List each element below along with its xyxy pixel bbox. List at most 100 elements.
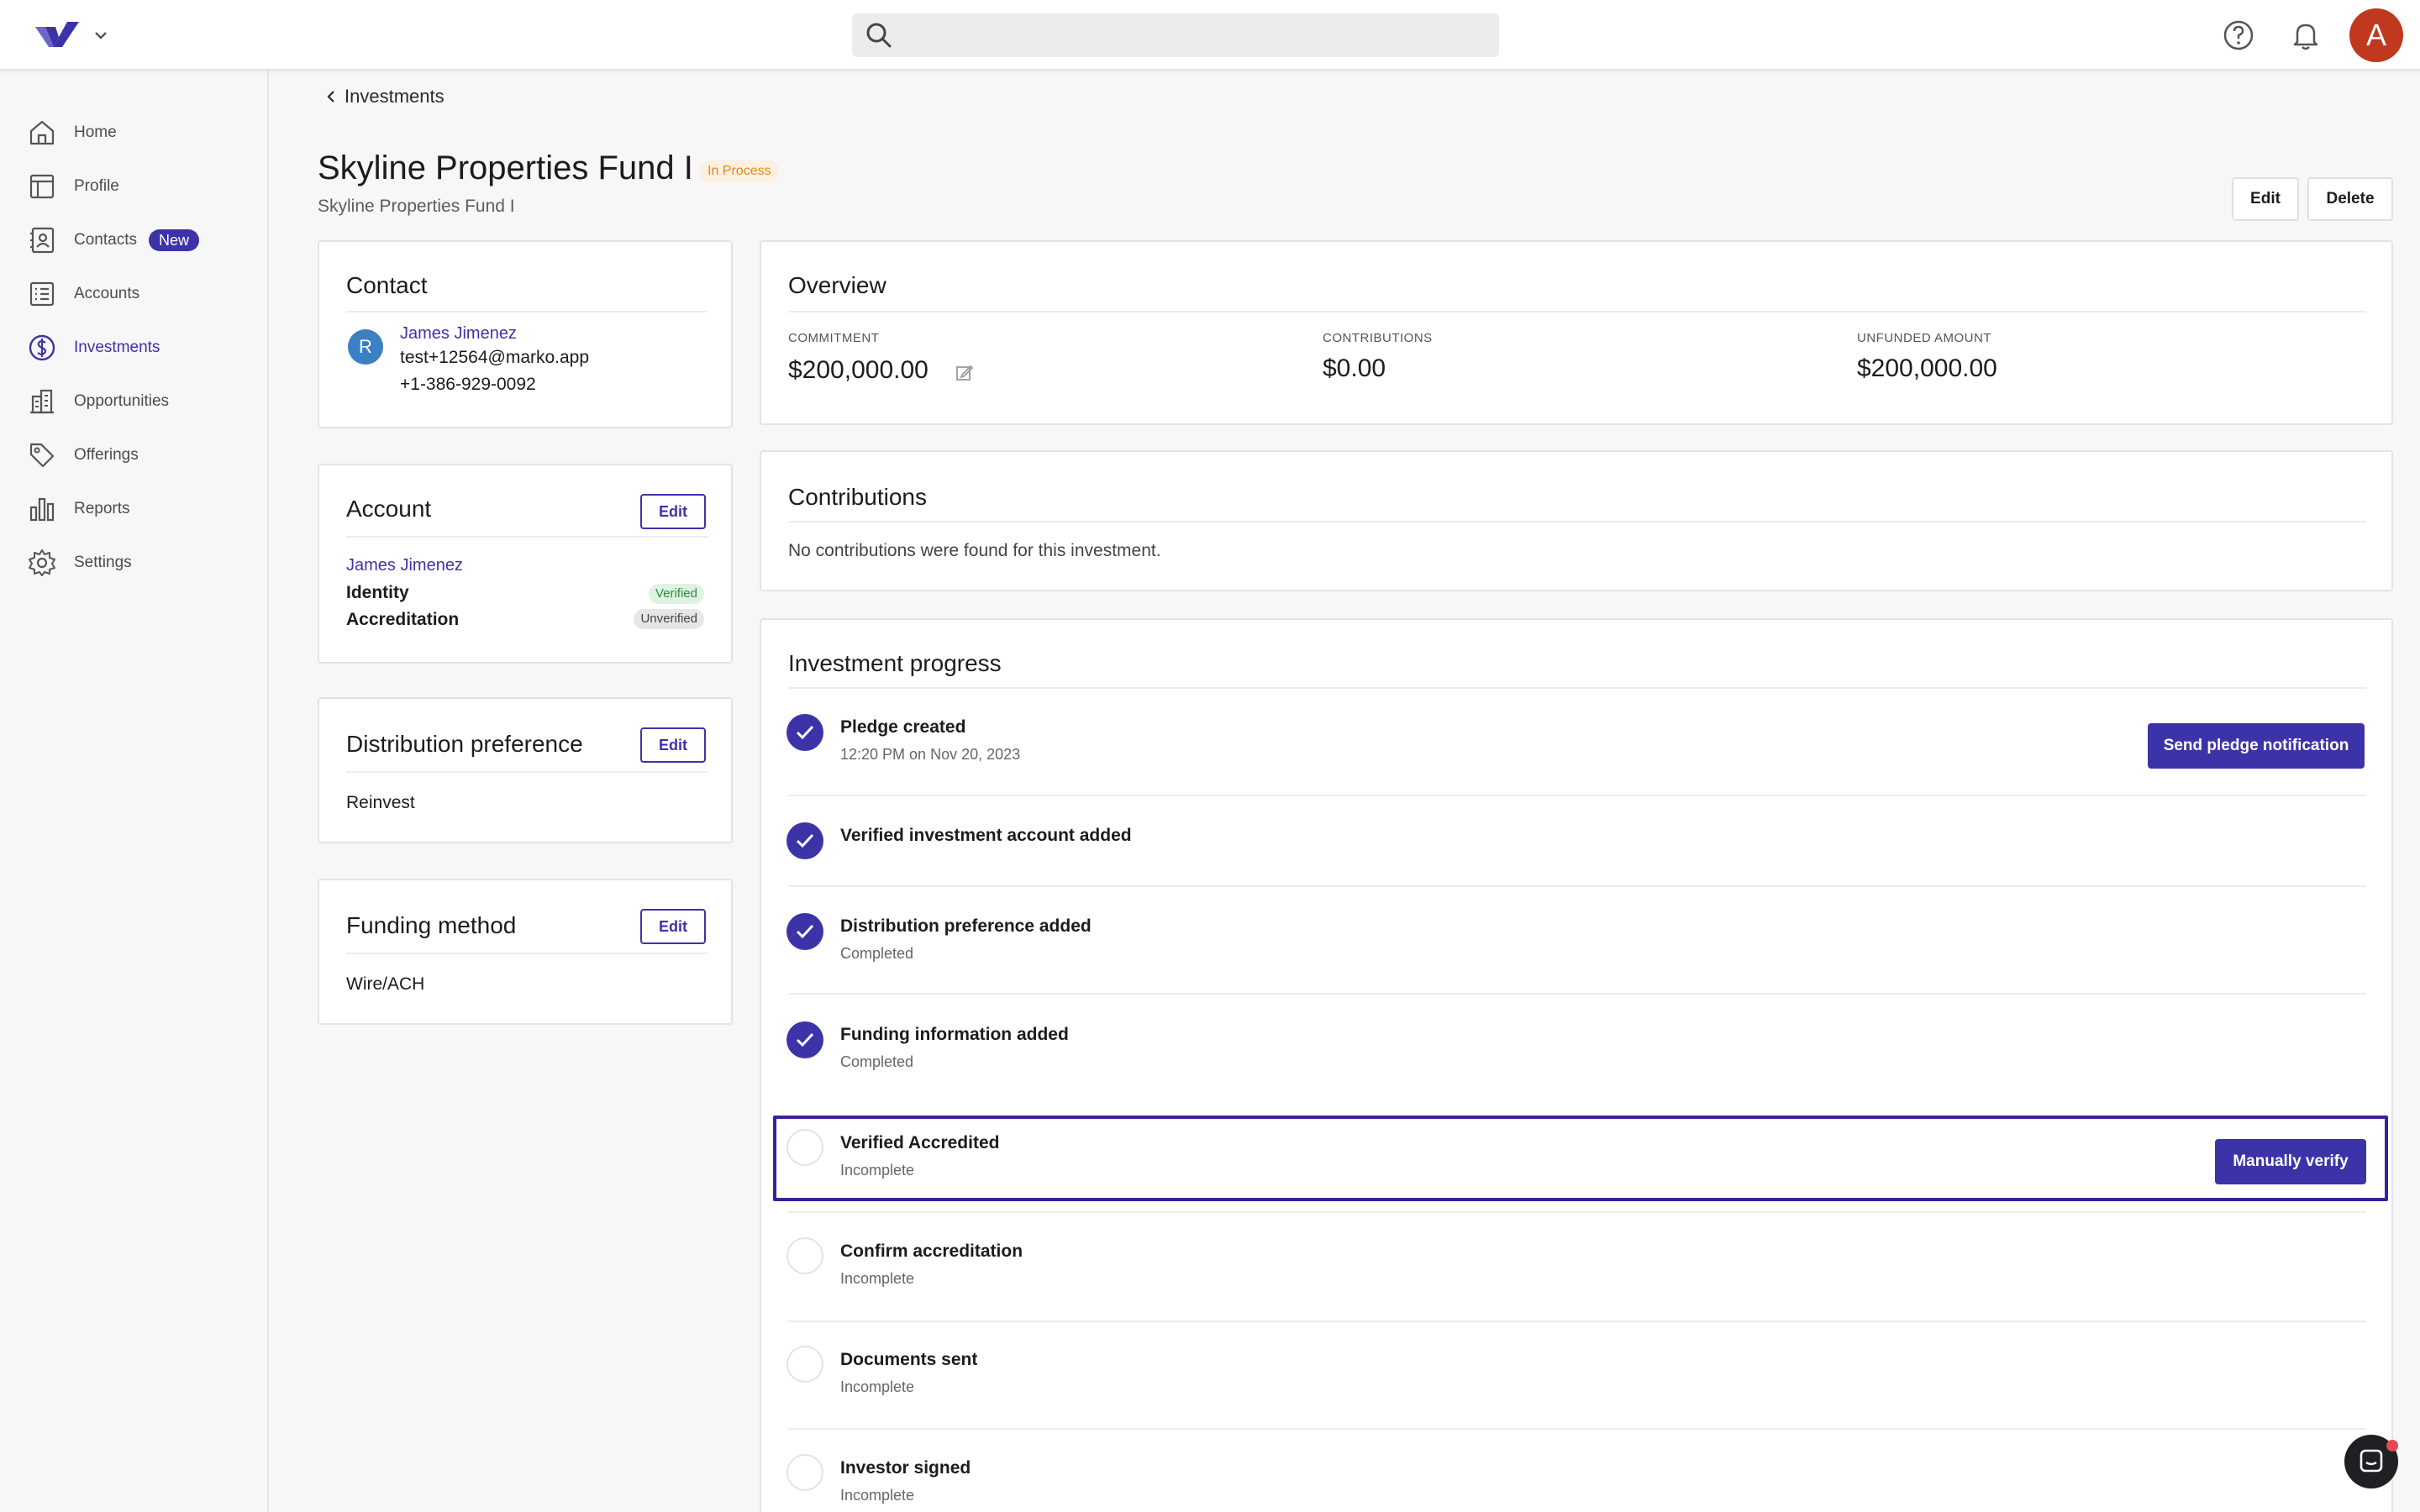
divider <box>788 311 2366 312</box>
funding-title: Funding method <box>346 912 517 938</box>
sidebar-item-offerings[interactable]: Offerings <box>27 437 262 474</box>
sidebar-item-profile[interactable]: Profile <box>27 168 262 205</box>
step-title: Investor signed <box>840 1458 971 1478</box>
logo-icon[interactable] <box>34 18 81 54</box>
check-icon <box>796 924 814 939</box>
distribution-edit-button[interactable]: Edit <box>640 727 706 763</box>
check-icon <box>796 1032 814 1047</box>
sidebar-item-home[interactable]: Home <box>27 114 262 151</box>
contact-title: Contact <box>346 272 428 298</box>
check-icon <box>796 833 814 848</box>
divider <box>788 993 2366 995</box>
unfunded-label: UNFUNDED AMOUNT <box>1857 331 1991 345</box>
commitment-value: $200,000.00 <box>788 356 929 384</box>
identity-status-badge: Verified <box>648 584 704 604</box>
bell-icon[interactable] <box>2289 18 2323 52</box>
step-title: Funding information added <box>840 1025 1069 1044</box>
step-incomplete-icon <box>786 1129 823 1166</box>
step-title: Distribution preference added <box>840 916 1092 936</box>
contact-name-link[interactable]: James Jimenez <box>400 324 517 344</box>
funding-card: Funding method Edit Wire/ACH <box>318 879 733 1025</box>
sidebar-item-investments[interactable]: Investments <box>27 329 262 366</box>
distribution-value: Reinvest <box>346 793 415 812</box>
tag-icon <box>29 443 55 468</box>
help-icon[interactable] <box>2222 18 2255 52</box>
divider <box>346 953 708 954</box>
contact-avatar: R <box>348 329 383 365</box>
account-edit-button[interactable]: Edit <box>640 494 706 529</box>
divider <box>346 536 708 538</box>
divider <box>788 521 2366 522</box>
building-icon <box>30 389 54 414</box>
sidebar-item-contacts[interactable]: Contacts New <box>27 222 262 259</box>
step-subtitle: Completed <box>840 1053 914 1070</box>
sidebar-item-label: Reports <box>74 500 130 517</box>
identity-label: Identity <box>346 583 409 602</box>
contacts-icon <box>30 227 55 254</box>
account-name-link[interactable]: James Jimenez <box>346 556 463 575</box>
sidebar-item-label: Profile <box>74 177 119 195</box>
overview-title: Overview <box>788 272 886 298</box>
notification-dot <box>2386 1440 2398 1452</box>
sidebar-item-label: Home <box>74 123 117 141</box>
new-badge: New <box>148 229 199 251</box>
step-title: Confirm accreditation <box>840 1242 1023 1261</box>
manually-verify-button[interactable]: Manually verify <box>2215 1139 2366 1184</box>
step-complete-icon <box>786 1021 823 1058</box>
sidebar-item-label: Contacts <box>74 231 137 249</box>
chevron-down-icon[interactable] <box>91 25 111 45</box>
distribution-title: Distribution preference <box>346 731 583 757</box>
sidebar-item-label: Accounts <box>74 285 140 302</box>
edit-button[interactable]: Edit <box>2232 177 2299 221</box>
step-title: Verified Accredited <box>840 1133 1000 1152</box>
search-icon <box>866 23 892 48</box>
divider <box>788 795 2366 796</box>
account-title: Account <box>346 496 432 522</box>
contact-phone: +1-386-929-0092 <box>400 375 536 394</box>
divider <box>788 1211 2366 1213</box>
chevron-left-icon <box>327 91 334 102</box>
contributions-value: $0.00 <box>1323 354 1386 382</box>
send-pledge-notification-button[interactable]: Send pledge notification <box>2148 723 2365 769</box>
progress-title: Investment progress <box>788 650 1002 676</box>
search-input[interactable] <box>902 18 1482 52</box>
delete-button[interactable]: Delete <box>2307 177 2393 221</box>
user-avatar[interactable]: A <box>2349 8 2403 62</box>
sidebar-item-label: Settings <box>74 554 132 571</box>
contributions-empty-message: No contributions were found for this inv… <box>788 541 1161 560</box>
gear-icon <box>29 549 55 576</box>
edit-icon[interactable] <box>955 363 975 383</box>
sidebar-item-accounts[interactable]: Accounts <box>27 276 262 312</box>
accreditation-label: Accreditation <box>346 610 460 629</box>
step-subtitle: Incomplete <box>840 1378 915 1395</box>
commitment-label: COMMITMENT <box>788 331 880 345</box>
sidebar-item-settings[interactable]: Settings <box>27 544 262 581</box>
contributions-card: Contributions No contributions were foun… <box>760 450 2393 591</box>
distribution-card: Distribution preference Edit Reinvest <box>318 697 733 843</box>
divider <box>788 687 2366 689</box>
step-title: Pledge created <box>840 717 966 737</box>
divider <box>346 311 708 312</box>
page-subtitle: Skyline Properties Fund I <box>318 197 515 216</box>
overview-card: Overview COMMITMENT $200,000.00 CONTRIBU… <box>760 240 2393 425</box>
step-incomplete-icon <box>786 1237 823 1274</box>
accounts-icon <box>29 281 55 307</box>
step-complete-icon <box>786 913 823 950</box>
step-incomplete-icon <box>786 1454 823 1491</box>
sidebar-item-reports[interactable]: Reports <box>27 491 262 528</box>
status-badge: In Process <box>699 160 780 182</box>
funding-edit-button[interactable]: Edit <box>640 909 706 944</box>
contact-card: Contact R James Jimenez test+12564@marko… <box>318 240 733 428</box>
accreditation-status-badge: Unverified <box>634 609 704 629</box>
sidebar-item-opportunities[interactable]: Opportunities <box>27 383 262 420</box>
back-link[interactable]: Investments <box>323 86 445 108</box>
profile-icon <box>29 174 55 199</box>
sidebar-item-label: Opportunities <box>74 392 170 410</box>
dollar-icon <box>29 334 55 361</box>
step-subtitle: Incomplete <box>840 1487 915 1504</box>
step-subtitle: Incomplete <box>840 1162 915 1179</box>
step-subtitle: 12:20 PM on Nov 20, 2023 <box>840 746 1021 763</box>
sidebar-item-label: Investments <box>74 339 160 356</box>
search-bar[interactable] <box>852 13 1499 57</box>
top-bar: A <box>0 0 2420 71</box>
